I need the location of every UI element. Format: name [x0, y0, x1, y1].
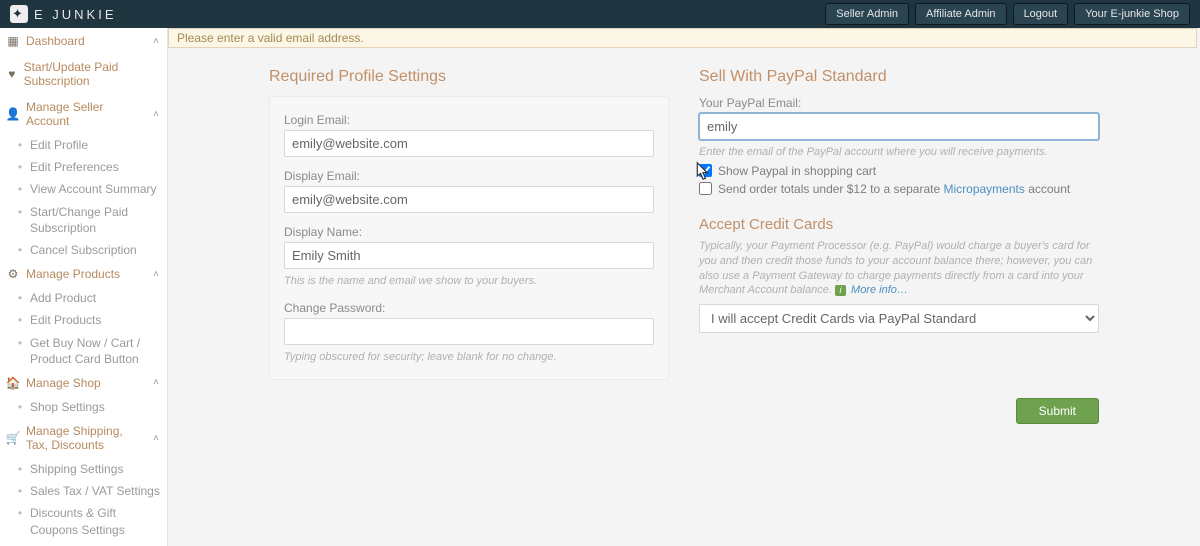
top-bar: ✦ E JUNKIE Seller Admin Affiliate Admin … [0, 0, 1200, 28]
required-profile-heading: Required Profile Settings [269, 68, 669, 86]
sidebar-section-label: Manage Shop [26, 376, 101, 390]
display-name-label: Display Name: [284, 225, 654, 239]
sidebar-section-label: Manage Seller Account [26, 100, 147, 128]
chevron-up-icon: ˄ [153, 269, 159, 280]
submit-button[interactable]: Submit [1016, 398, 1099, 424]
change-password-help: Typing obscured for security; leave blan… [284, 350, 654, 365]
sidebar-item-edit-profile[interactable]: Edit Profile [20, 134, 167, 156]
paypal-email-label: Your PayPal Email: [699, 96, 1099, 110]
sidebar-item-shop-settings[interactable]: Shop Settings [20, 396, 167, 418]
chevron-up-icon: ˄ [153, 109, 159, 120]
sidebar-section-dashboard[interactable]: ▦ Dashboard ˄ [0, 28, 167, 54]
micropayments-checkbox-row[interactable]: Send order totals under $12 to a separat… [699, 182, 1099, 196]
main-content: Required Profile Settings Login Email: D… [168, 28, 1200, 546]
more-info-link[interactable]: More info… [851, 284, 908, 296]
sidebar-section-label: Manage Shipping, Tax, Discounts [26, 424, 147, 452]
sidebar-section-manage-shipping-tax-discounts[interactable]: 🛒 Manage Shipping, Tax, Discounts ˄ [0, 418, 167, 458]
logout-button[interactable]: Logout [1013, 3, 1069, 25]
brand-text: E JUNKIE [34, 7, 117, 22]
display-email-label: Display Email: [284, 169, 654, 183]
show-paypal-checkbox[interactable] [699, 164, 712, 177]
micropayments-label: Send order totals under $12 to a separat… [718, 182, 1070, 196]
brand: ✦ E JUNKIE [10, 5, 117, 23]
paypal-heading: Sell With PayPal Standard [699, 68, 1099, 86]
sidebar-item-cancel-subscription[interactable]: Cancel Subscription [20, 239, 167, 261]
sidebar-section-manage-seller-account[interactable]: 👤 Manage Seller Account ˄ [0, 94, 167, 134]
display-name-input[interactable] [284, 242, 654, 269]
your-shop-button[interactable]: Your E-junkie Shop [1074, 3, 1190, 25]
sidebar-item-get-buy-now-cart-product-card-button[interactable]: Get Buy Now / Cart / Product Card Button [20, 332, 167, 370]
sidebar-item-view-account-summary[interactable]: View Account Summary [20, 178, 167, 200]
micropayments-link[interactable]: Micropayments [944, 182, 1025, 196]
info-icon: i [835, 285, 846, 296]
sidebar-item-edit-products[interactable]: Edit Products [20, 309, 167, 331]
sidebar-item-edit-preferences[interactable]: Edit Preferences [20, 156, 167, 178]
sidebar-section-manage-products[interactable]: ⚙ Manage Products ˄ [0, 261, 167, 287]
sidebar-section-start-update-paid-subscription[interactable]: ♥ Start/Update Paid Subscription [0, 54, 167, 94]
sidebar-section-manage-shop[interactable]: 🏠 Manage Shop ˄ [0, 370, 167, 396]
required-profile-panel: Required Profile Settings Login Email: D… [269, 68, 669, 380]
sidebar[interactable]: ▦ Dashboard ˄ ♥ Start/Update Paid Subscripti… [0, 28, 168, 546]
chevron-up-icon: ˄ [153, 377, 159, 388]
show-paypal-checkbox-row[interactable]: Show Paypal in shopping cart [699, 164, 1099, 178]
chevron-up-icon: ˄ [153, 433, 159, 444]
alert-banner: Please enter a valid email address. [168, 28, 1197, 48]
cart-icon: 🛒 [6, 431, 20, 445]
micropayments-checkbox[interactable] [699, 182, 712, 195]
change-password-input[interactable] [284, 318, 654, 345]
sidebar-item-start-change-paid-subscription[interactable]: Start/Change Paid Subscription [20, 201, 167, 239]
brand-logo-icon: ✦ [10, 5, 28, 23]
affiliate-admin-button[interactable]: Affiliate Admin [915, 3, 1007, 25]
dashboard-icon: ▦ [6, 34, 20, 48]
display-name-help: This is the name and email we show to yo… [284, 274, 654, 289]
paypal-email-input[interactable] [699, 113, 1099, 140]
shop-icon: 🏠 [6, 376, 20, 390]
sidebar-section-label: Start/Update Paid Subscription [24, 60, 159, 88]
paypal-panel: Sell With PayPal Standard Your PayPal Em… [699, 68, 1099, 380]
accept-cc-heading: Accept Credit Cards [699, 216, 1099, 233]
login-email-label: Login Email: [284, 113, 654, 127]
top-actions: Seller Admin Affiliate Admin Logout Your… [825, 3, 1190, 25]
sidebar-section-label: Manage Products [26, 267, 120, 281]
sidebar-item-sales-tax-vat-settings[interactable]: Sales Tax / VAT Settings [20, 480, 167, 502]
heart-icon: ♥ [6, 67, 18, 81]
sidebar-item-shipping-settings[interactable]: Shipping Settings [20, 458, 167, 480]
user-icon: 👤 [6, 107, 20, 121]
sidebar-item-add-product[interactable]: Add Product [20, 287, 167, 309]
seller-admin-button[interactable]: Seller Admin [825, 3, 909, 25]
display-email-input[interactable] [284, 186, 654, 213]
show-paypal-label: Show Paypal in shopping cart [718, 164, 876, 178]
sidebar-item-discounts-gift-coupons-settings[interactable]: Discounts & Gift Coupons Settings [20, 502, 167, 540]
sidebar-section-label: Dashboard [26, 34, 85, 48]
chevron-up-icon: ˄ [153, 36, 159, 47]
accept-cc-select[interactable]: I will accept Credit Cards via PayPal St… [699, 304, 1099, 333]
sidebar-section-manage-buyers[interactable]: ⏱Manage Buyers˄ [0, 541, 167, 546]
accept-cc-help: Typically, your Payment Processor (e.g. … [699, 239, 1099, 298]
gear-icon: ⚙ [6, 267, 20, 281]
login-email-input[interactable] [284, 130, 654, 157]
change-password-label: Change Password: [284, 301, 654, 315]
paypal-email-help: Enter the email of the PayPal account wh… [699, 145, 1099, 160]
